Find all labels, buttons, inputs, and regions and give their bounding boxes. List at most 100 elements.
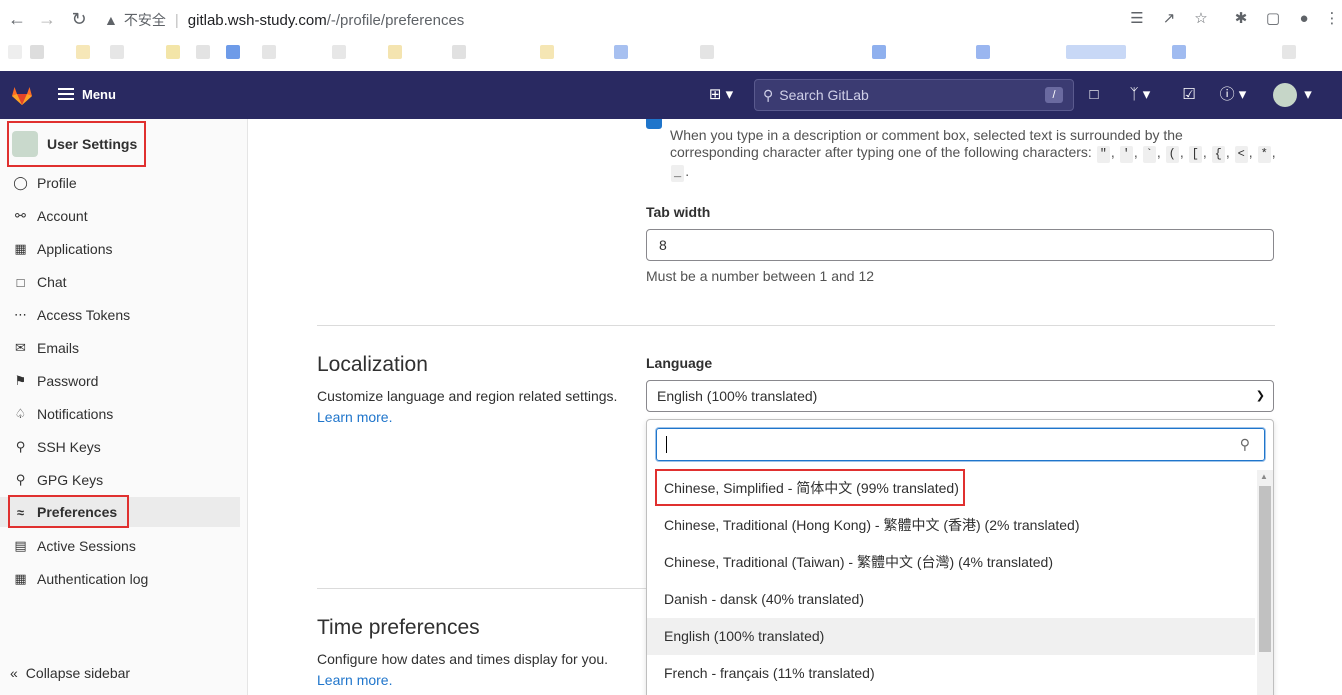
warning-icon: ▲ [104,12,118,28]
translate-icon[interactable]: ☰ [1127,9,1147,29]
token-icon: ⋯ [14,307,27,322]
sidebar-item-label: Access Tokens [37,307,131,323]
sidebar-item-chat[interactable]: □ Chat [0,267,240,297]
search-input[interactable]: ⚲ Search GitLab / [754,79,1074,111]
language-option[interactable]: Danish - dansk (40% translated) [647,581,1255,618]
log-icon: ▦ [14,571,27,586]
sidepanel-icon[interactable]: ▢ [1263,9,1283,29]
sidebar-item-label: Active Sessions [37,538,136,554]
sidebar-item-label: Password [37,373,99,389]
sidebar-item-label: GPG Keys [37,472,104,488]
chat-icon: □ [16,274,25,290]
language-option[interactable]: Chinese, Traditional (Taiwan) - 繁體中文 (台灣… [647,544,1255,581]
reload-icon[interactable]: ↻ [68,8,90,30]
sidebar-header-user-settings[interactable]: User Settings [7,121,146,167]
hamburger-icon [58,85,74,103]
issues-icon[interactable]: □ [1084,84,1104,106]
sidebar-item-gpg-keys[interactable]: ⚲ GPG Keys [0,465,240,495]
collapse-sidebar-button[interactable]: « Collapse sidebar [10,665,130,681]
tab-width-input[interactable]: 8 [646,229,1274,261]
char-code: [ [1188,146,1202,163]
time-preferences-description: Configure how dates and times display fo… [317,651,609,688]
forward-icon[interactable]: → [36,8,58,30]
search-icon: ⚲ [1239,436,1250,452]
scroll-up-arrow-icon[interactable]: ▲ [1260,472,1268,481]
sidebar-item-profile[interactable]: ◯ Profile [0,168,240,198]
main-content: When you type in a description or commen… [249,119,1342,695]
time-preferences-learn-more-link[interactable]: Learn more. [317,672,392,688]
collapse-sidebar-label: Collapse sidebar [25,665,131,681]
sidebar-item-label: SSH Keys [37,439,101,455]
settings-sidebar: User Settings ◯ Profile ⚯ Account ▦ Applica… [0,119,248,695]
bell-icon: ♤ [14,406,27,421]
sidebar-item-label: Chat [37,274,67,290]
gitlab-logo-icon[interactable] [10,83,34,107]
surround-selection-help: When you type in a description or commen… [670,127,1276,182]
new-item-dropdown-icon[interactable]: ⊞ ▾ [703,84,739,106]
search-shortcut-badge: / [1045,87,1063,103]
language-option[interactable]: Chinese, Simplified - 简体中文 (99% translat… [647,470,1255,507]
kebab-menu-icon[interactable]: ⋮ [1322,9,1342,29]
merge-requests-icon[interactable]: ᛉ ▾ [1122,84,1158,106]
sidebar-item-label: Account [37,208,88,224]
language-option[interactable]: Chinese, Traditional (Hong Kong) - 繁體中文 … [647,507,1255,544]
sidebar-item-emails[interactable]: ✉ Emails [0,333,240,363]
time-preferences-title: Time preferences [317,616,480,639]
language-search-input[interactable]: ⚲ [656,428,1265,461]
sidebar-item-applications[interactable]: ▦ Applications [0,234,240,264]
browser-toolbar: ← → ↻ ▲ 不安全 | gitlab.wsh-study.com /-/pr… [0,0,1342,40]
language-select[interactable]: English (100% translated) ❯ [646,380,1274,412]
sidebar-item-notifications[interactable]: ♤ Notifications [0,399,240,429]
lock-icon: ⚑ [14,373,27,388]
language-option[interactable]: English (100% translated) [647,618,1255,655]
char-code: _ [671,165,685,182]
address-bar[interactable]: ▲ 不安全 | gitlab.wsh-study.com /-/profile/… [104,8,1214,32]
search-placeholder: Search GitLab [779,87,869,103]
applications-icon: ▦ [14,241,27,256]
user-avatar[interactable] [1273,83,1297,107]
sidebar-item-label: Preferences [37,504,118,520]
sidebar-item-ssh-keys[interactable]: ⚲ SSH Keys [0,432,240,462]
localization-description: Customize language and region related se… [317,388,618,425]
text-cursor [666,436,667,453]
bookmarks-bar [0,40,1342,71]
user-menu-chevron-icon[interactable]: ▾ [1300,84,1316,106]
dropdown-scrollbar-thumb[interactable] [1259,486,1271,652]
chevron-down-icon: ❯ [1255,390,1265,402]
todo-icon[interactable]: ☑ [1179,84,1199,106]
language-option[interactable]: French - français (11% translated) [647,655,1255,692]
sidebar-item-account[interactable]: ⚯ Account [0,201,240,231]
help-icon[interactable]: ⓘ ▾ [1214,84,1252,106]
localization-learn-more-link[interactable]: Learn more. [317,409,392,425]
sidebar-item-preferences[interactable]: ≈ Preferences [0,497,240,527]
url-host: gitlab.wsh-study.com [187,11,327,29]
surround-selection-checkbox[interactable] [646,119,662,129]
sidebar-item-label: Applications [37,241,113,257]
extensions-icon[interactable]: ✱ [1231,9,1251,29]
menu-button[interactable]: Menu [58,85,116,103]
key-icon: ⚲ [15,472,26,487]
monitor-icon: ▤ [14,538,27,553]
sidebar-item-password[interactable]: ⚑ Password [0,366,240,396]
char-code: " [1096,146,1110,163]
profile-avatar-icon[interactable]: ● [1294,9,1314,29]
language-dropdown-menu: ⚲ Chinese, Simplified - 简体中文 (99% transl… [646,419,1274,695]
sidebar-item-label: Emails [37,340,80,356]
sidebar-item-active-sessions[interactable]: ▤ Active Sessions [0,531,240,561]
tab-width-help: Must be a number between 1 and 12 [646,268,875,284]
back-icon[interactable]: ← [6,8,28,30]
preferences-icon: ≈ [16,504,25,520]
language-selected-value: English (100% translated) [657,388,818,404]
share-icon[interactable]: ↗ [1159,9,1179,29]
char-code: ' [1119,146,1133,163]
search-icon: ⚲ [763,86,774,103]
char-code: ` [1142,146,1156,163]
menu-label: Menu [82,86,116,102]
address-separator: | [174,11,179,29]
sidebar-item-access-tokens[interactable]: ⋯ Access Tokens [0,300,240,330]
account-icon: ⚯ [15,208,26,223]
char-code: ( [1165,146,1179,163]
sidebar-item-authentication-log[interactable]: ▦ Authentication log [0,564,240,594]
key-icon: ⚲ [15,439,26,454]
star-icon[interactable]: ☆ [1191,9,1211,29]
